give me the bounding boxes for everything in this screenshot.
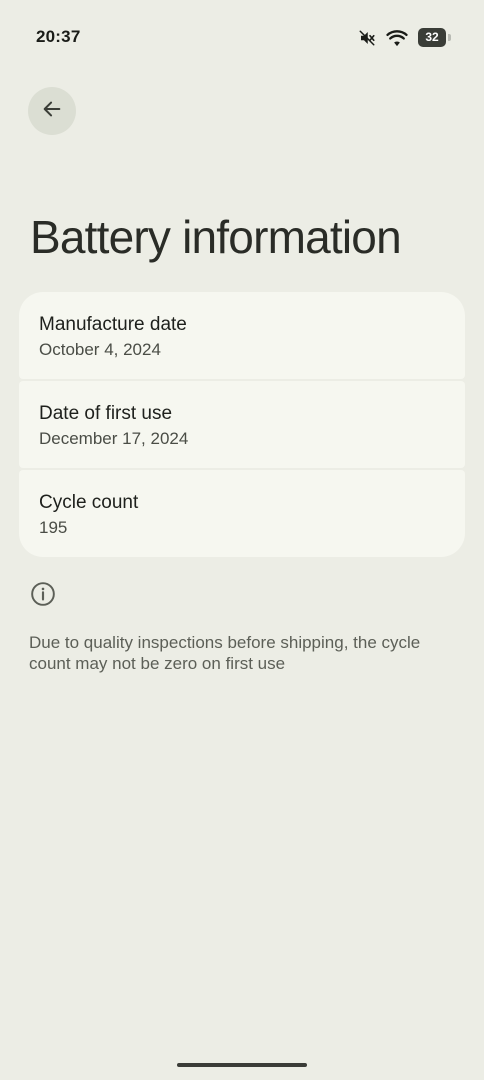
battery-icon: 32 bbox=[418, 28, 451, 47]
first-use-date-item: Date of first use December 17, 2024 bbox=[19, 381, 465, 468]
arrow-back-icon bbox=[41, 98, 63, 125]
gesture-navigation-bar[interactable] bbox=[177, 1063, 307, 1067]
battery-details-list: Manufacture date October 4, 2024 Date of… bbox=[19, 292, 465, 557]
back-button[interactable] bbox=[28, 87, 76, 135]
cycle-count-note: Due to quality inspections before shippi… bbox=[29, 633, 421, 673]
cycle-count-label: Cycle count bbox=[39, 492, 139, 513]
manufacture-date-value: October 4, 2024 bbox=[39, 340, 161, 359]
manufacture-date-label: Manufacture date bbox=[39, 314, 187, 335]
cycle-count-item: Cycle count 195 bbox=[19, 470, 465, 557]
mute-icon bbox=[358, 29, 376, 47]
status-time: 20:37 bbox=[36, 27, 81, 46]
status-bar: 20:37 32 bbox=[0, 0, 484, 78]
info-icon bbox=[30, 581, 56, 607]
manufacture-date-item: Manufacture date October 4, 2024 bbox=[19, 292, 465, 379]
status-icons: 32 bbox=[358, 28, 451, 47]
first-use-date-label: Date of first use bbox=[39, 403, 173, 424]
page-title: Battery information bbox=[30, 211, 402, 263]
first-use-date-value: December 17, 2024 bbox=[39, 429, 189, 448]
cycle-count-value: 195 bbox=[39, 518, 68, 537]
battery-level: 32 bbox=[418, 28, 446, 47]
wifi-icon bbox=[386, 29, 408, 47]
